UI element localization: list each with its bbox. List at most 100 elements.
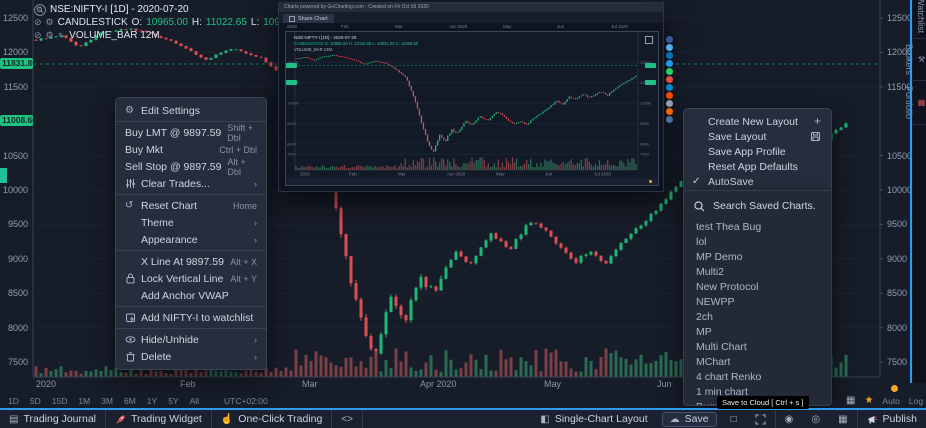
saved-chart-new-protocol[interactable]: New Protocol: [684, 279, 831, 294]
trading-widget-button[interactable]: Trading Widget: [106, 410, 212, 428]
trading-journal-button[interactable]: ▤Trading Journal: [0, 410, 106, 428]
volume-settings-icon[interactable]: ⚙: [46, 31, 54, 40]
grid-icon[interactable]: ▦: [846, 396, 855, 406]
side-tab-brokers[interactable]: ⚒Brokers: [913, 39, 926, 81]
menu-shortcut: Shift + Dbl: [227, 123, 257, 143]
side-tab-watchlist[interactable]: Watchlist: [913, 0, 926, 39]
saved-chart-multi2[interactable]: Multi2: [684, 264, 831, 279]
timeframe-1m[interactable]: 1M: [78, 396, 90, 406]
select-region-button[interactable]: □: [722, 410, 746, 428]
study-settings-icon[interactable]: ⚙: [46, 18, 54, 27]
price-axis-left[interactable]: 1250012000115001050010000950090008500800…: [0, 0, 30, 392]
tab-share-chart[interactable]: Share Chart: [283, 14, 334, 23]
share-icon-facebook[interactable]: [666, 36, 673, 43]
side-tab-portfolio[interactable]: ▦Portfolio: [913, 81, 926, 125]
side-tab-label: Brokers: [904, 44, 914, 75]
menu-item-buy-mkt[interactable]: Buy MktCtrl + Dbl: [116, 141, 266, 158]
menu-item-reset-chart[interactable]: ↺Reset ChartHome: [116, 197, 266, 214]
share-icon-telegram[interactable]: [666, 84, 673, 91]
saved-chart-mchart[interactable]: MChart: [684, 354, 831, 369]
price-tag: 11831.80: [0, 58, 33, 69]
menu-item-label: Edit Settings: [141, 105, 257, 117]
share-icon-column: [666, 36, 673, 123]
saved-chart-mp-demo[interactable]: MP Demo: [684, 249, 831, 264]
left-edge-tag[interactable]: [0, 168, 7, 183]
marketplace-button[interactable]: ▦: [829, 410, 856, 428]
menu-item-x-line-at-9897-59[interactable]: X Line At 9897.59Alt + X: [116, 253, 266, 270]
favorite-star-icon[interactable]: ★: [864, 396, 873, 406]
timeframe-3m[interactable]: 3M: [101, 396, 113, 406]
auto-scale-toggle[interactable]: Auto: [882, 396, 900, 406]
share-chart-popup[interactable]: Charts powered by GoCharting.com - Creat…: [278, 2, 664, 192]
price-tag: 11008.60: [0, 115, 33, 126]
share-icon-vk[interactable]: [666, 116, 673, 123]
zoom-out-icon[interactable]: [34, 4, 46, 16]
menu-item-clear-trades[interactable]: Clear Trades...›: [116, 175, 266, 192]
single-chart-layout-button[interactable]: ◧Single-Chart Layout: [531, 410, 656, 428]
layout-menu-item-autosave[interactable]: ✓AutoSave: [684, 174, 831, 189]
share-icon-email[interactable]: [666, 100, 673, 107]
popup-tab-row: Share Chart: [279, 12, 663, 23]
popup-volume: VOLUME_BAR 12M: [294, 47, 418, 53]
share-icon-pinterest[interactable]: [666, 76, 673, 83]
log-scale-toggle[interactable]: Log: [909, 396, 923, 406]
save-button[interactable]: ☁Save: [662, 412, 717, 427]
share-icon-whatsapp[interactable]: [666, 68, 673, 75]
code-view-button[interactable]: <>: [332, 410, 363, 428]
layout-menu-item-reset-app-defaults[interactable]: Reset App Defaults: [684, 159, 831, 174]
share-icon-twitter[interactable]: [666, 44, 673, 51]
menu-item-add-anchor-vwap[interactable]: Add Anchor VWAP: [116, 287, 266, 304]
timeframe-all[interactable]: All: [190, 396, 199, 406]
hide-volume-icon[interactable]: ⊘: [34, 31, 42, 40]
menu-item-buy-lmt-9897-59[interactable]: Buy LMT @ 9897.59Shift + Dbl: [116, 124, 266, 141]
share-icon-linkedin[interactable]: [666, 52, 673, 59]
popup-ruler-month: May: [503, 24, 512, 29]
timezone-label[interactable]: UTC+02:00: [224, 396, 268, 406]
menu-item-hide-unhide[interactable]: Hide/Unhide›: [116, 331, 266, 348]
timeframe-1y[interactable]: 1Y: [147, 396, 157, 406]
timeframe-5d[interactable]: 5D: [30, 396, 41, 406]
saved-chart-newpp[interactable]: NEWPP: [684, 294, 831, 309]
svg-text:May: May: [496, 172, 505, 177]
saved-chart-2ch[interactable]: 2ch: [684, 309, 831, 324]
saved-chart-mp[interactable]: MP: [684, 324, 831, 339]
menu-item-add-nifty-i-to-watchlist[interactable]: Add NIFTY-I to watchlist: [116, 309, 266, 326]
menu-item-lock-vertical-line[interactable]: Lock Vertical LineAlt + Y: [116, 270, 266, 287]
timeframe-15d[interactable]: 15D: [52, 396, 68, 406]
reset-icon: ↺: [125, 201, 141, 211]
timeframe-1d[interactable]: 1D: [8, 396, 19, 406]
hide-study-icon[interactable]: ⊘: [34, 18, 42, 27]
saved-charts-search[interactable]: Search Saved Charts.: [684, 191, 831, 219]
fullscreen-button[interactable]: [746, 410, 775, 428]
layout-menu-item-save-app-profile[interactable]: Save App Profile: [684, 144, 831, 159]
time-tick: Feb: [180, 379, 196, 389]
saved-chart-test-thea-bug[interactable]: test Thea Bug: [684, 219, 831, 234]
saved-chart-multi-chart[interactable]: Multi Chart: [684, 339, 831, 354]
saved-chart-4-chart-renko[interactable]: 4 chart Renko: [684, 369, 831, 384]
share-icon-hackernews[interactable]: [666, 108, 673, 115]
share-icon-reddit[interactable]: [666, 92, 673, 99]
share-icon-messenger[interactable]: [666, 60, 673, 67]
menu-item-appearance[interactable]: Appearance›: [116, 231, 266, 248]
layout-menu-item-create-new-layout[interactable]: Create New Layout+: [684, 114, 831, 129]
snapshot-button[interactable]: ◉: [775, 410, 803, 428]
target-button[interactable]: ◎: [802, 410, 829, 428]
timeframe-6m[interactable]: 6M: [124, 396, 136, 406]
chart-icon: ▦: [916, 98, 926, 107]
menu-item-edit-settings[interactable]: ⚙Edit Settings: [116, 102, 266, 119]
menu-item-sell-stop-9897-59[interactable]: Sell Stop @ 9897.59Alt + Dbl: [116, 158, 266, 175]
button-label: Trading Journal: [23, 413, 96, 425]
layout-menu-item-save-layout[interactable]: Save Layout: [684, 129, 831, 144]
one-click-trading-button[interactable]: ☝One-Click Trading: [212, 410, 332, 428]
menu-item-label: X Line At 9897.59: [141, 256, 224, 268]
menu-shortcut: Alt + Y: [230, 274, 257, 284]
saved-chart-lol[interactable]: lol: [684, 234, 831, 249]
eye-icon: [125, 334, 141, 345]
menu-group: Hide/Unhide›Delete›: [116, 328, 266, 367]
timeframe-5y[interactable]: 5Y: [168, 396, 178, 406]
menu-item-delete[interactable]: Delete›: [116, 348, 266, 365]
menu-item-theme[interactable]: Theme›: [116, 214, 266, 231]
publish-button[interactable]: Publish: [857, 410, 926, 428]
copy-icon[interactable]: [645, 36, 653, 44]
menu-item-label: Add NIFTY-I to watchlist: [141, 312, 257, 324]
